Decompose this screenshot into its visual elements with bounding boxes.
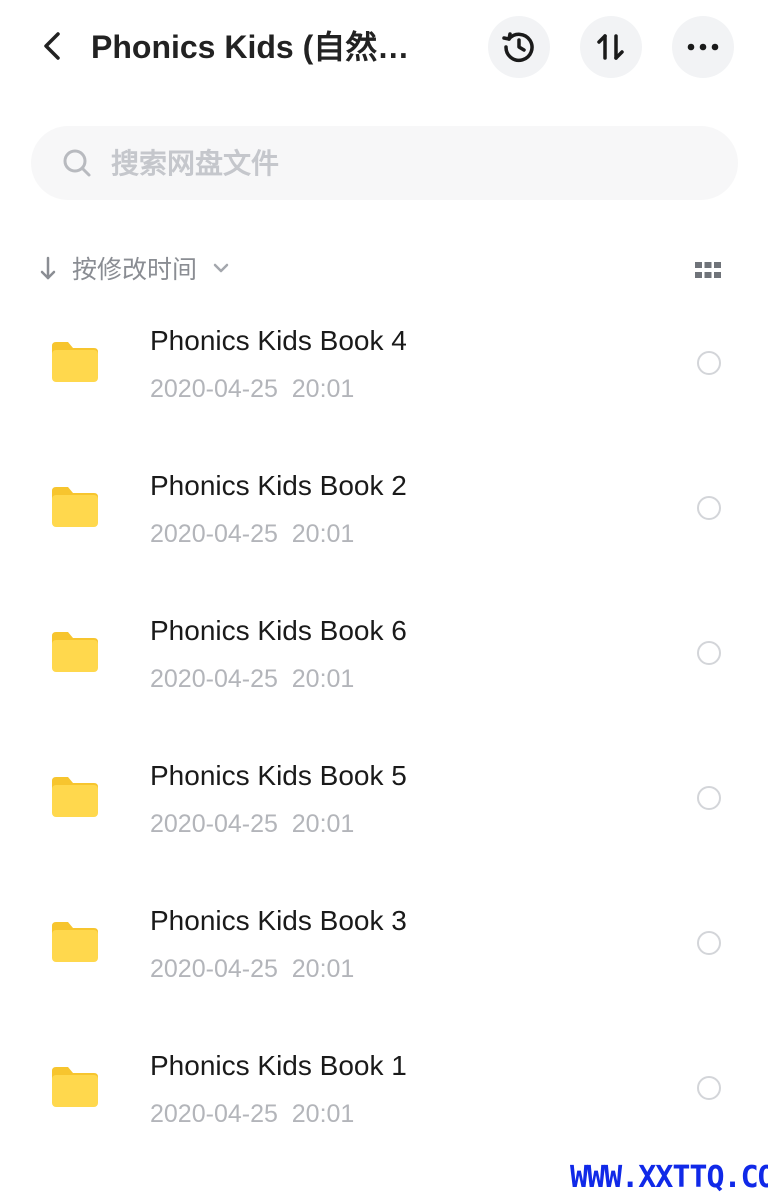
grid-view-toggle[interactable] [690,252,726,288]
page-title: Phonics Kids (自然… [91,29,410,65]
arrow-down-icon [40,256,56,280]
list-item[interactable]: Phonics Kids Book 2 2020-04-25 20:01 [0,445,768,590]
folder-icon [52,632,98,672]
grid-view-icon [695,262,721,278]
folder-icon [52,777,98,817]
back-button[interactable] [30,24,74,68]
sort-bar: 按修改时间 [0,240,768,296]
search-bar[interactable] [31,126,738,200]
folder-icon [52,1067,98,1107]
top-bar: Phonics Kids (自然… [0,0,768,96]
select-checkbox[interactable] [697,496,721,520]
file-name: Phonics Kids Book 3 [150,905,407,936]
search-icon [61,147,93,179]
list-item[interactable]: Phonics Kids Book 1 2020-04-25 20:01 [0,1025,768,1170]
file-name: Phonics Kids Book 5 [150,760,407,791]
file-modified-time: 2020-04-25 20:01 [150,810,355,838]
select-checkbox[interactable] [697,786,721,810]
file-modified-time: 2020-04-25 20:01 [150,665,355,693]
folder-icon [52,922,98,962]
select-checkbox[interactable] [697,931,721,955]
list-item[interactable]: Phonics Kids Book 5 2020-04-25 20:01 [0,735,768,880]
chevron-down-icon [213,263,229,273]
file-name: Phonics Kids Book 4 [150,325,407,356]
file-modified-time: 2020-04-25 20:01 [150,375,355,403]
file-name: Phonics Kids Book 2 [150,470,407,501]
file-modified-time: 2020-04-25 20:01 [150,520,355,548]
more-button[interactable] [672,16,734,78]
sort-order-dropdown[interactable]: 按修改时间 [38,248,235,288]
file-name: Phonics Kids Book 1 [150,1050,407,1081]
folder-icon [52,487,98,527]
list-item[interactable]: Phonics Kids Book 3 2020-04-25 20:01 [0,880,768,1025]
file-list: Phonics Kids Book 4 2020-04-25 20:01 Pho… [0,300,768,1170]
file-modified-time: 2020-04-25 20:01 [150,1100,355,1128]
select-checkbox[interactable] [697,641,721,665]
sort-label: 按修改时间 [72,255,198,284]
search-input[interactable] [111,146,671,180]
chevron-left-icon [44,32,60,60]
file-name: Phonics Kids Book 6 [150,615,407,646]
file-modified-time: 2020-04-25 20:01 [150,955,355,983]
select-checkbox[interactable] [697,1076,721,1100]
folder-icon [52,342,98,382]
watermark: WWW.XXTTQ.COM [570,1160,768,1195]
sort-button[interactable] [580,16,642,78]
list-item[interactable]: Phonics Kids Book 4 2020-04-25 20:01 [0,300,768,445]
more-icon [687,43,719,51]
history-icon [502,32,534,63]
select-checkbox[interactable] [697,351,721,375]
sort-arrows-icon [597,34,624,60]
history-button[interactable] [488,16,550,78]
list-item[interactable]: Phonics Kids Book 6 2020-04-25 20:01 [0,590,768,735]
